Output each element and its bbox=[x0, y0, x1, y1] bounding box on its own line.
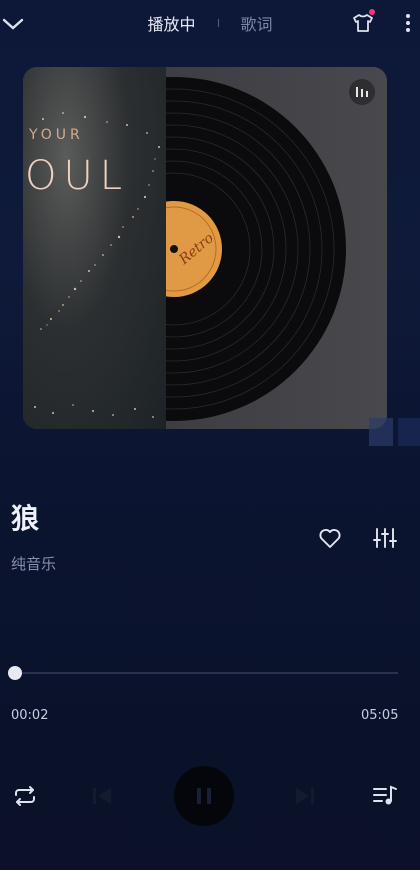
previous-icon[interactable] bbox=[89, 783, 115, 809]
equalizer-icon[interactable] bbox=[373, 527, 397, 549]
heart-icon[interactable] bbox=[318, 527, 342, 549]
repeat-icon[interactable] bbox=[12, 784, 38, 808]
pause-icon bbox=[197, 788, 211, 804]
shirt-icon[interactable] bbox=[352, 12, 374, 34]
bars-icon[interactable] bbox=[349, 79, 375, 105]
pause-button[interactable] bbox=[174, 766, 234, 826]
cover-sparkles bbox=[34, 112, 160, 418]
current-time: 00:02 bbox=[11, 708, 49, 723]
cover-text-line2: OUL bbox=[25, 153, 130, 199]
album-art[interactable]: YOUR OUL Retro bbox=[23, 67, 387, 429]
song-artist[interactable]: 纯音乐 bbox=[11, 553, 56, 574]
playlist-icon[interactable] bbox=[372, 784, 398, 808]
total-time: 05:05 bbox=[361, 708, 399, 723]
tab-now-playing[interactable]: 播放中 bbox=[125, 11, 217, 35]
notification-dot bbox=[369, 9, 375, 15]
song-title: 狼 bbox=[11, 502, 40, 535]
more-vertical-icon[interactable] bbox=[400, 12, 416, 34]
pixel-artifact bbox=[369, 418, 393, 446]
pixel-artifact bbox=[398, 418, 420, 446]
progress-track[interactable] bbox=[15, 672, 398, 674]
next-icon[interactable] bbox=[292, 783, 318, 809]
progress-thumb[interactable] bbox=[8, 666, 22, 680]
vinyl-record: Retro bbox=[166, 77, 346, 421]
tab-lyrics[interactable]: 歌词 bbox=[219, 11, 295, 35]
cover-text-line1: YOUR bbox=[29, 127, 84, 143]
